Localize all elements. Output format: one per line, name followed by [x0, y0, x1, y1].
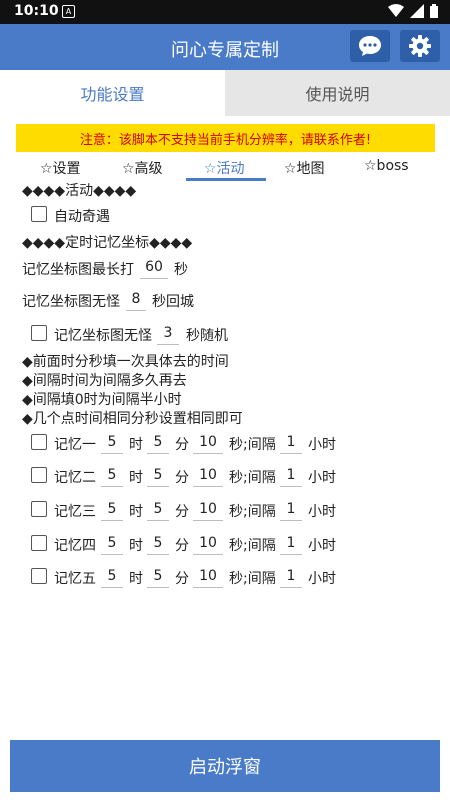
timed-memory-section-header: ◆◆◆◆定时记忆坐标◆◆◆◆: [22, 235, 193, 251]
sub-tabs: ☆设置 ☆高级 ☆活动 ☆地图 ☆boss: [26, 156, 436, 180]
memory-interval-input[interactable]: 1: [280, 565, 302, 588]
memory-label: 记忆四: [54, 538, 96, 554]
max-hit-label: 记忆坐标图最长打: [22, 262, 134, 278]
memory-hour-input[interactable]: 5: [101, 565, 123, 588]
start-floating-window-button[interactable]: 启动浮窗: [10, 740, 440, 792]
no-monster-random-unit: 秒随机: [186, 328, 228, 344]
no-monster-random-label: 记忆坐标图无怪: [54, 328, 152, 344]
battery-icon: [430, 4, 438, 18]
memory-second-input[interactable]: 10: [193, 565, 223, 588]
auto-encounter-label: 自动奇遇: [54, 209, 110, 225]
memory-checkbox[interactable]: [31, 467, 47, 483]
memory-checkbox[interactable]: [31, 434, 47, 450]
subtab-boss[interactable]: ☆boss: [364, 158, 409, 174]
memory-label: 记忆二: [54, 470, 96, 486]
memory-minute-input[interactable]: 5: [147, 431, 169, 454]
no-monster-random-checkbox[interactable]: [31, 325, 47, 341]
interval-hour-unit: 小时: [308, 437, 336, 453]
app-bar: 问心专属定制: [0, 24, 450, 70]
memory-interval-input[interactable]: 1: [280, 532, 302, 555]
interval-hour-unit: 小时: [308, 538, 336, 554]
second-interval-unit: 秒;间隔: [229, 538, 276, 554]
status-icons: [388, 4, 438, 18]
chat-button[interactable]: [350, 30, 390, 62]
subtab-activity[interactable]: ☆活动: [204, 158, 245, 178]
settings-button[interactable]: [400, 30, 440, 62]
memory-checkbox[interactable]: [31, 568, 47, 584]
max-hit-unit: 秒: [174, 262, 188, 278]
interval-hour-unit: 小时: [308, 571, 336, 587]
main-tabs: 功能设置 使用说明: [0, 70, 450, 116]
minute-unit: 分: [175, 504, 189, 520]
memory-second-input[interactable]: 10: [193, 532, 223, 555]
minute-unit: 分: [175, 437, 189, 453]
memory-interval-input[interactable]: 1: [280, 464, 302, 487]
hour-unit: 时: [129, 571, 143, 587]
memory-label: 记忆一: [54, 437, 96, 453]
minute-unit: 分: [175, 538, 189, 554]
minute-unit: 分: [175, 571, 189, 587]
resolution-warning: 注意：该脚本不支持当前手机分辨率，请联系作者!: [16, 124, 435, 152]
memory-minute-input[interactable]: 5: [147, 565, 169, 588]
memory-checkbox[interactable]: [31, 501, 47, 517]
no-monster-return-unit: 秒回城: [152, 294, 194, 310]
memory-label: 记忆三: [54, 504, 96, 520]
no-monster-random-seconds-input[interactable]: 3: [157, 322, 179, 345]
status-bar: 10:10 A: [0, 0, 450, 24]
hour-unit: 时: [129, 538, 143, 554]
memory-checkbox[interactable]: [31, 535, 47, 551]
app-notification-icon: A: [62, 5, 75, 18]
memory-minute-input[interactable]: 5: [147, 464, 169, 487]
interval-hour-unit: 小时: [308, 470, 336, 486]
second-interval-unit: 秒;间隔: [229, 571, 276, 587]
interval-hour-unit: 小时: [308, 504, 336, 520]
auto-encounter-checkbox[interactable]: [31, 206, 47, 222]
note-line: ◆间隔时间为间隔多久再去: [22, 373, 187, 389]
no-monster-return-seconds-input[interactable]: 8: [126, 288, 146, 311]
subtab-advanced[interactable]: ☆高级: [122, 158, 163, 178]
status-time: 10:10: [14, 3, 59, 19]
second-interval-unit: 秒;间隔: [229, 437, 276, 453]
memory-interval-input[interactable]: 1: [280, 431, 302, 454]
hour-unit: 时: [129, 470, 143, 486]
note-line: ◆间隔填0时为间隔半小时: [22, 392, 182, 408]
memory-hour-input[interactable]: 5: [101, 464, 123, 487]
memory-second-input[interactable]: 10: [193, 498, 223, 521]
hour-unit: 时: [129, 504, 143, 520]
second-interval-unit: 秒;间隔: [229, 470, 276, 486]
tab-function-settings[interactable]: 功能设置: [0, 70, 225, 116]
memory-minute-input[interactable]: 5: [147, 498, 169, 521]
tab-instructions[interactable]: 使用说明: [225, 70, 450, 116]
max-hit-seconds-input[interactable]: 60: [140, 256, 168, 279]
no-monster-return-label: 记忆坐标图无怪: [22, 294, 120, 310]
wifi-icon: [388, 4, 404, 17]
note-line: ◆几个点时间相同分秒设置相同即可: [22, 411, 243, 427]
chat-icon: [359, 36, 381, 56]
signal-icon: [410, 4, 424, 18]
memory-hour-input[interactable]: 5: [101, 431, 123, 454]
minute-unit: 分: [175, 470, 189, 486]
subtab-settings[interactable]: ☆设置: [40, 158, 81, 178]
memory-hour-input[interactable]: 5: [101, 532, 123, 555]
gear-icon: [409, 35, 431, 57]
active-subtab-indicator: [186, 178, 266, 181]
memory-second-input[interactable]: 10: [193, 431, 223, 454]
memory-hour-input[interactable]: 5: [101, 498, 123, 521]
subtab-map[interactable]: ☆地图: [284, 158, 325, 178]
memory-label: 记忆五: [54, 571, 96, 587]
activity-section-header: ◆◆◆◆活动◆◆◆◆: [22, 183, 137, 199]
second-interval-unit: 秒;间隔: [229, 504, 276, 520]
memory-interval-input[interactable]: 1: [280, 498, 302, 521]
memory-second-input[interactable]: 10: [193, 464, 223, 487]
memory-minute-input[interactable]: 5: [147, 532, 169, 555]
note-line: ◆前面时分秒填一次具体去的时间: [22, 354, 229, 370]
hour-unit: 时: [129, 437, 143, 453]
